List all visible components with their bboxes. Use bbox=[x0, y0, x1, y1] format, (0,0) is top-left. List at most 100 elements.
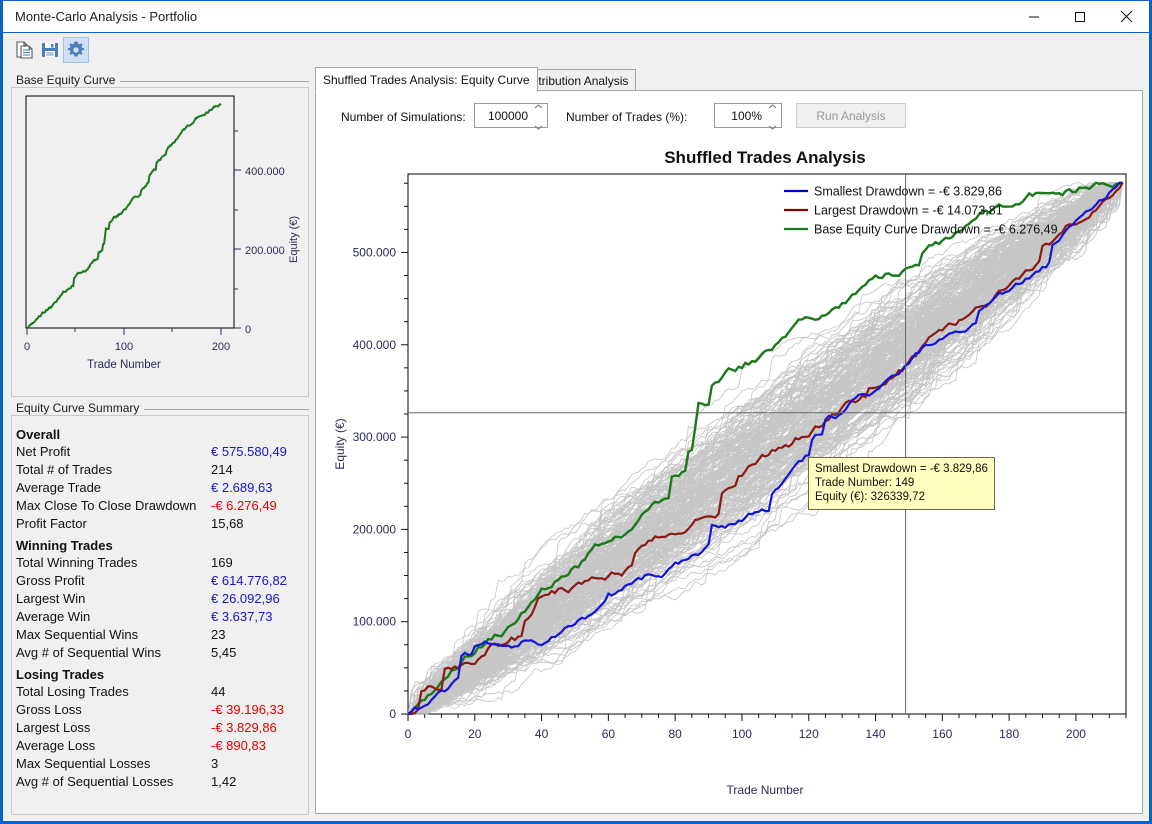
svg-text:100: 100 bbox=[115, 341, 133, 353]
stat-label: Max Sequential Losses bbox=[16, 755, 211, 773]
stat-label: Average Trade bbox=[16, 479, 211, 497]
stat-label: Gross Loss bbox=[16, 701, 211, 719]
stat-row: Total Winning Trades169 bbox=[12, 554, 308, 572]
stat-value: € 3.637,73 bbox=[211, 608, 272, 626]
equity-curve-summary-panel: OverallNet Profit€ 575.580,49Total # of … bbox=[11, 415, 309, 815]
stat-label: Largest Win bbox=[16, 590, 211, 608]
main-content: Shuffled Trades Analysis: Equity Curve D… bbox=[315, 67, 1149, 819]
svg-text:0: 0 bbox=[24, 341, 30, 353]
stat-value: € 614.776,82 bbox=[211, 572, 287, 590]
maximize-icon bbox=[1074, 11, 1086, 23]
svg-text:Trade Number: Trade Number bbox=[87, 359, 161, 371]
chevron-down-icon[interactable] bbox=[768, 117, 777, 135]
stat-row: Largest Win€ 26.092,96 bbox=[12, 590, 308, 608]
tooltip-line-3: Equity (€): 326339,72 bbox=[815, 490, 988, 504]
stat-row: Max Close To Close Drawdown-€ 6.276,49 bbox=[12, 497, 308, 515]
stat-section-title: Losing Trades bbox=[12, 662, 308, 683]
stat-row: Average Trade€ 2.689,63 bbox=[12, 479, 308, 497]
copy-button[interactable] bbox=[11, 37, 37, 63]
stat-row: Largest Loss-€ 3.829,86 bbox=[12, 719, 308, 737]
tooltip-line-1: Smallest Drawdown = -€ 3.829,86 bbox=[815, 462, 988, 476]
tab-panel: Number of Simulations: 100000 Number of … bbox=[315, 90, 1143, 814]
stat-value: € 26.092,96 bbox=[211, 590, 280, 608]
svg-text:200: 200 bbox=[212, 341, 230, 353]
trades-percent-spin-arrows[interactable] bbox=[766, 104, 781, 127]
svg-text:0: 0 bbox=[245, 324, 251, 336]
svg-text:500.000: 500.000 bbox=[353, 245, 397, 259]
settings-button[interactable] bbox=[63, 37, 89, 63]
svg-text:120: 120 bbox=[799, 727, 819, 741]
stat-value: -€ 39.196,33 bbox=[211, 701, 284, 719]
svg-text:80: 80 bbox=[668, 727, 682, 741]
chevron-up-icon[interactable] bbox=[768, 96, 777, 114]
stat-row: Avg # of Sequential Wins5,45 bbox=[12, 644, 308, 662]
tab-shuffled-trades-analysis[interactable]: Shuffled Trades Analysis: Equity Curve bbox=[315, 67, 538, 92]
sidebar: Base Equity Curve 0 200.000 400.000 Equi… bbox=[3, 67, 315, 819]
shuffled-trades-chart[interactable]: Shuffled Trades Analysis 020406080100120… bbox=[316, 139, 1142, 811]
minimize-button[interactable] bbox=[1011, 1, 1057, 32]
stat-row: Total Losing Trades44 bbox=[12, 683, 308, 701]
trades-percent-stepper[interactable]: 100% bbox=[714, 103, 782, 128]
tooltip-line-2: Trade Number: 149 bbox=[815, 476, 988, 490]
run-analysis-label: Run Analysis bbox=[816, 109, 885, 123]
gear-icon bbox=[66, 40, 86, 60]
stat-label: Max Close To Close Drawdown bbox=[16, 497, 211, 515]
legend-label: Largest Drawdown = -€ 14.073,81 bbox=[814, 204, 1003, 218]
title-bar: Monte-Carlo Analysis - Portfolio bbox=[3, 1, 1149, 33]
simulations-spin-arrows[interactable] bbox=[532, 104, 547, 127]
stat-value: -€ 890,83 bbox=[211, 737, 266, 755]
stat-value: 169 bbox=[211, 554, 233, 572]
svg-text:20: 20 bbox=[468, 727, 482, 741]
chevron-down-icon[interactable] bbox=[534, 117, 543, 135]
simulations-stepper[interactable]: 100000 bbox=[474, 103, 548, 128]
stat-value: € 575.580,49 bbox=[211, 443, 287, 461]
equity-curve-summary-group-title: Equity Curve Summary bbox=[11, 401, 144, 415]
stat-value: 44 bbox=[211, 683, 225, 701]
svg-text:40: 40 bbox=[535, 727, 549, 741]
svg-text:200.000: 200.000 bbox=[353, 522, 397, 536]
svg-text:140: 140 bbox=[866, 727, 886, 741]
run-analysis-button[interactable]: Run Analysis bbox=[796, 103, 906, 128]
copy-icon bbox=[14, 40, 34, 60]
svg-text:0: 0 bbox=[389, 707, 396, 721]
base-equity-curve-group-title: Base Equity Curve bbox=[11, 73, 120, 87]
stat-value: 1,42 bbox=[211, 773, 236, 791]
stat-value: -€ 6.276,49 bbox=[211, 497, 277, 515]
base-equity-curve-chart: 0 200.000 400.000 Equity (€) 0 100 200 T… bbox=[12, 88, 306, 394]
chart-tooltip: Smallest Drawdown = -€ 3.829,86 Trade Nu… bbox=[808, 457, 995, 510]
stat-label: Average Win bbox=[16, 608, 211, 626]
stat-row: Max Sequential Wins23 bbox=[12, 626, 308, 644]
svg-text:200.000: 200.000 bbox=[245, 245, 285, 257]
svg-text:400.000: 400.000 bbox=[245, 166, 285, 178]
trades-percent-label: Number of Trades (%): bbox=[566, 110, 687, 124]
svg-text:Trade Number: Trade Number bbox=[727, 783, 804, 797]
save-button[interactable] bbox=[37, 37, 63, 63]
maximize-button[interactable] bbox=[1057, 1, 1103, 32]
trades-percent-input[interactable]: 100% bbox=[715, 109, 766, 123]
window-title: Monte-Carlo Analysis - Portfolio bbox=[15, 9, 197, 24]
svg-text:200: 200 bbox=[1066, 727, 1086, 741]
stat-row: Profit Factor15,68 bbox=[12, 515, 308, 533]
base-equity-curve-panel: 0 200.000 400.000 Equity (€) 0 100 200 T… bbox=[11, 87, 309, 397]
close-button[interactable] bbox=[1103, 1, 1149, 32]
save-icon bbox=[40, 40, 60, 60]
svg-text:60: 60 bbox=[602, 727, 616, 741]
stat-label: Largest Loss bbox=[16, 719, 211, 737]
minimize-icon bbox=[1028, 11, 1040, 23]
toolbar bbox=[3, 33, 1149, 67]
svg-text:Equity (€): Equity (€) bbox=[333, 418, 347, 469]
stat-label: Total Winning Trades bbox=[16, 554, 211, 572]
simulations-input[interactable]: 100000 bbox=[475, 109, 532, 123]
svg-text:100.000: 100.000 bbox=[353, 615, 397, 629]
svg-text:Shuffled Trades Analysis: Shuffled Trades Analysis bbox=[664, 148, 866, 167]
svg-text:300.000: 300.000 bbox=[353, 430, 397, 444]
stat-label: Gross Profit bbox=[16, 572, 211, 590]
monte-carlo-analysis-window: Monte-Carlo Analysis - Portfolio bbox=[0, 0, 1152, 824]
close-icon bbox=[1120, 10, 1133, 23]
stat-label: Avg # of Sequential Wins bbox=[16, 644, 211, 662]
simulations-label: Number of Simulations: bbox=[341, 110, 466, 124]
stat-row: Average Loss-€ 890,83 bbox=[12, 737, 308, 755]
chevron-up-icon[interactable] bbox=[534, 96, 543, 114]
svg-text:160: 160 bbox=[932, 727, 952, 741]
stat-value: 15,68 bbox=[211, 515, 244, 533]
